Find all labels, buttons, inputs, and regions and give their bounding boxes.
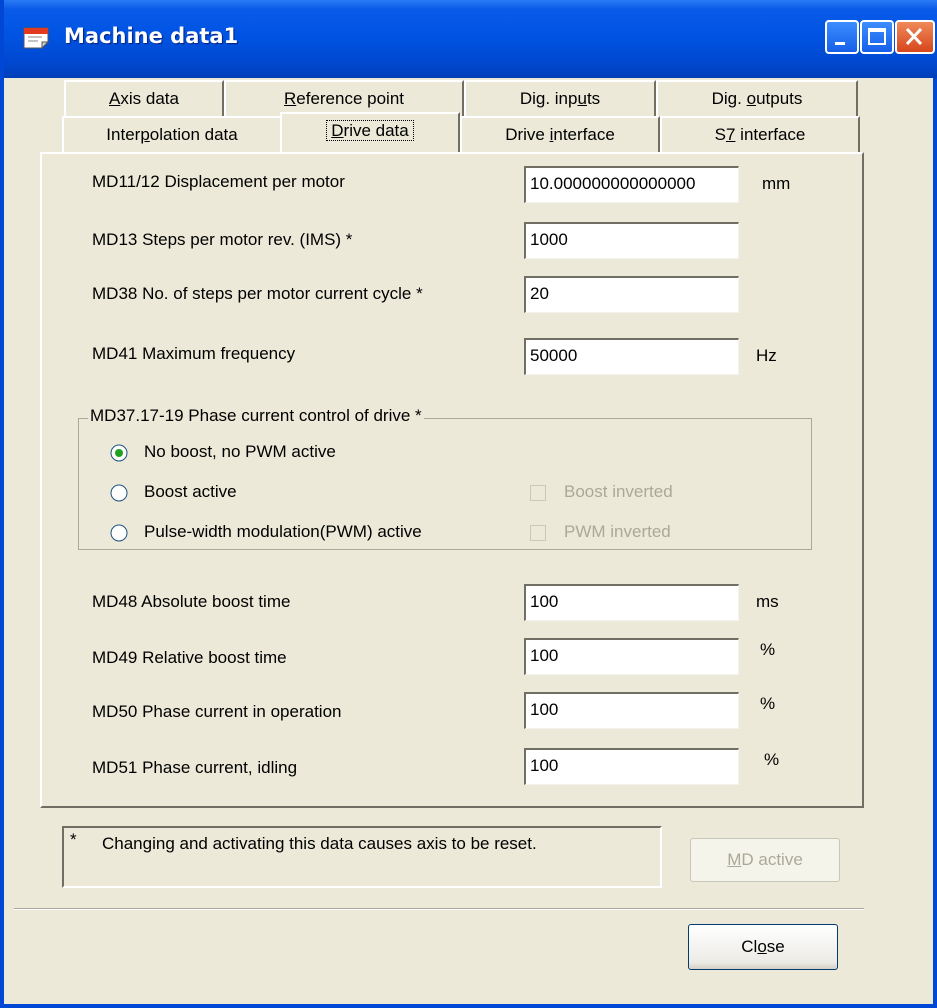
md50-label: MD50 Phase current in operation (92, 702, 342, 721)
minimize-icon (835, 42, 845, 45)
md50-unit: % (760, 694, 776, 713)
close-icon (905, 27, 923, 46)
machine-data-icon (23, 27, 50, 50)
md11-label: MD11/12 Displacement per motor (92, 172, 345, 191)
tab-dig-inputs[interactable]: Dig. inputs (464, 80, 656, 118)
maximize-button[interactable] (860, 20, 894, 54)
radio-pwm-active[interactable] (110, 524, 128, 542)
tab-axis-data[interactable]: Axis data (64, 80, 224, 118)
window-title: Machine data1 (64, 24, 239, 48)
machine-data-window: Machine data1 Axis data Reference point … (0, 0, 937, 1008)
md51-label: MD51 Phase current, idling (92, 758, 298, 777)
md-active-button[interactable]: MD active (690, 838, 840, 882)
note-text: Changing and activating this data causes… (102, 834, 537, 853)
md49-relative-boost-field[interactable]: 100 (524, 638, 739, 675)
md38-steps-field[interactable]: 20 (524, 276, 739, 313)
md13-label: MD13 Steps per motor rev. (IMS) * (92, 230, 353, 249)
md38-label: MD38 No. of steps per motor current cycl… (92, 284, 423, 303)
radio-boost-active[interactable] (110, 484, 128, 502)
md41-unit: Hz (756, 346, 777, 365)
tab-dig-inputs-label: Dig. inputs (519, 89, 601, 108)
minimize-button[interactable] (825, 20, 859, 54)
tab-interpolation-data-label: Interpolation data (106, 125, 238, 144)
pwm-inverted-label: PWM inverted (564, 522, 671, 541)
maximize-icon (868, 28, 886, 45)
md41-label: MD41 Maximum frequency (92, 344, 296, 363)
tab-s7-interface[interactable]: S7 interface (660, 116, 860, 154)
close-button[interactable]: Close (688, 924, 838, 970)
md13-steps-field[interactable]: 1000 (524, 222, 739, 259)
pwm-inverted-checkbox[interactable] (530, 525, 546, 541)
tab-axis-data-label: Axis data (109, 89, 179, 108)
md-active-label: MD active (727, 850, 803, 869)
radio-no-boost[interactable] (110, 444, 128, 462)
md41-frequency-field[interactable]: 50000 (524, 338, 739, 375)
footer-separator (14, 908, 864, 910)
md49-unit: % (760, 640, 776, 659)
tab-interpolation-data[interactable]: Interpolation data (62, 116, 282, 154)
tab-drive-interface-label: Drive interface (505, 125, 615, 144)
close-window-button[interactable] (895, 20, 935, 54)
md50-phase-current-operation-field[interactable]: 100 (524, 692, 739, 729)
phase-current-group-title: MD37.17-19 Phase current control of driv… (88, 406, 424, 426)
md11-displacement-field[interactable]: 10.000000000000000 (524, 166, 739, 203)
md51-phase-current-idling-field[interactable]: 100 (524, 748, 739, 785)
tab-drive-data-label: Drive data (326, 120, 414, 141)
md48-label: MD48 Absolute boost time (92, 592, 291, 611)
boost-inverted-label: Boost inverted (564, 482, 673, 501)
tab-dig-outputs-label: Dig. outputs (711, 89, 803, 108)
tab-reference-point-label: Reference point (283, 89, 405, 108)
reset-note-box: * Changing and activating this data caus… (62, 826, 662, 888)
tab-dig-outputs[interactable]: Dig. outputs (656, 80, 858, 118)
md48-absolute-boost-field[interactable]: 100 (524, 584, 739, 621)
note-marker: * (70, 830, 77, 849)
tab-s7-interface-label: S7 interface (714, 125, 806, 144)
md11-unit: mm (762, 174, 791, 193)
boost-inverted-checkbox[interactable] (530, 485, 546, 501)
close-button-label: Close (741, 937, 785, 956)
title-bar[interactable]: Machine data1 (4, 0, 937, 78)
md48-unit: ms (756, 592, 779, 611)
radio-no-boost-label: No boost, no PWM active (144, 442, 336, 461)
md51-unit: % (764, 750, 780, 769)
md49-label: MD49 Relative boost time (92, 648, 287, 667)
radio-pwm-active-label: Pulse-width modulation(PWM) active (144, 522, 422, 541)
tab-drive-interface[interactable]: Drive interface (460, 116, 660, 154)
tab-drive-data[interactable]: Drive data (280, 112, 460, 152)
radio-boost-active-label: Boost active (144, 482, 237, 501)
